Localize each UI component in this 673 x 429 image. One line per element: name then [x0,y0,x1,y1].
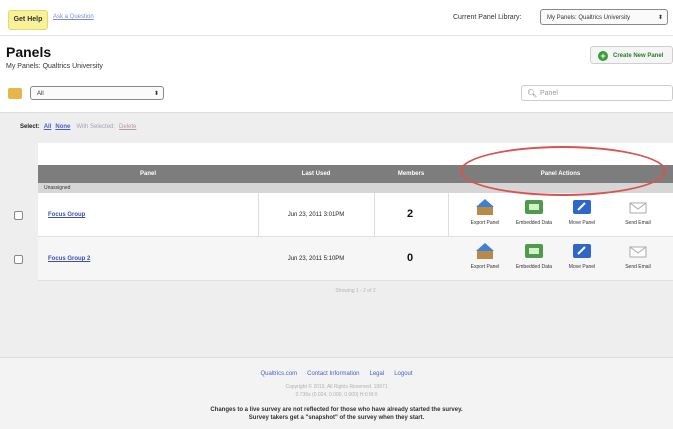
embedded-data-action[interactable]: Embedded Data [509,242,559,278]
export-panel-action[interactable]: Export Panel [460,242,510,278]
footer-link-legal[interactable]: Legal [370,371,385,377]
footer-links: Qualtrics.com Contact Information Legal Log… [0,371,673,377]
export-panel-action[interactable]: Export Panel [460,198,510,234]
panel-search-input[interactable]: Panel [521,85,673,101]
panel-name-link[interactable]: Focus Group [48,212,85,218]
panel-library-label: Current Panel Library: [453,14,522,21]
last-used-value: Jun 23, 2011 5:10PM [287,256,345,262]
timing-text: 0.736s (0.024, 0.000, 0.000) H:0 M:0 [295,392,378,398]
footer-link-logout[interactable]: Logout [394,371,412,377]
send-email-label: Send Email [625,264,651,270]
col-header-members[interactable]: Members [374,165,448,183]
send-email-label: Send Email [625,220,651,226]
page-title: Panels [6,44,52,60]
move-panel-icon [573,244,591,258]
with-selected-label: With Selected: [76,124,116,130]
embedded-data-label: Embedded Data [515,220,553,226]
plus-icon: + [598,51,608,61]
select-arrow-icon: ⬍ [657,15,663,21]
export-panel-label: Export Panel [470,264,500,270]
highlight-ellipse [460,146,666,196]
export-panel-icon [476,199,494,215]
pagination-status: Showing 1 - 2 of 2 [335,288,376,294]
ask-question-link[interactable]: Ask a Question [53,14,94,20]
copyright-text: Copyright © 2013, All Rights Reserved. 1… [285,384,388,390]
move-panel-label: Move Panel [568,264,596,270]
col-header-panel[interactable]: Panel [38,165,258,183]
panel-filter-select[interactable]: All ⬍ [30,86,164,100]
send-email-action[interactable]: Send Email [613,198,663,234]
select-all-link[interactable]: All [44,124,52,130]
export-panel-label: Export Panel [470,220,500,226]
last-used-value: Jun 23, 2011 3:01PM [287,212,345,218]
panel-filter-value: All [37,91,44,97]
embedded-data-label: Embedded Data [515,264,553,270]
footer-link-contact[interactable]: Contact Information [307,371,359,377]
embedded-data-icon [525,244,543,258]
export-panel-icon [476,243,494,259]
move-panel-action[interactable]: Move Panel [557,242,607,278]
move-panel-action[interactable]: Move Panel [557,198,607,234]
members-count: 0 [406,252,414,264]
select-label: Select: [20,124,40,130]
footer-note-line2: Survey takers get a "snapshot" of the su… [248,415,425,421]
folder-icon [8,88,22,99]
panel-name-link[interactable]: Focus Group 2 [48,256,90,262]
envelope-icon [629,202,647,214]
panel-library-value: My Panels: Qualtrics University [547,15,631,21]
select-arrow-icon: ⬍ [153,91,159,97]
search-icon: 🔍︎ [527,89,538,98]
col-header-last-used[interactable]: Last Used [258,165,374,183]
row-checkbox[interactable] [14,255,23,264]
members-count: 2 [406,208,414,220]
envelope-icon [629,246,647,258]
footer-note-line1: Changes to a live survey are not reflect… [210,407,463,413]
page-subtitle: My Panels: Qualtrics University [6,63,103,70]
get-help-button[interactable]: Get Help [8,10,48,30]
embedded-data-action[interactable]: Embedded Data [509,198,559,234]
delete-link[interactable]: Delete [119,124,136,130]
top-divider [0,35,673,36]
select-bar: Select: All None With Selected: Delete [20,124,136,130]
move-panel-icon [573,200,591,214]
footer-link-qualtrics[interactable]: Qualtrics.com [260,371,297,377]
row-checkbox[interactable] [14,211,23,220]
embedded-data-icon [525,200,543,214]
move-panel-label: Move Panel [568,220,596,226]
select-none-link[interactable]: None [55,124,70,130]
panel-library-select[interactable]: My Panels: Qualtrics University ⬍ [540,9,668,25]
send-email-action[interactable]: Send Email [613,242,663,278]
